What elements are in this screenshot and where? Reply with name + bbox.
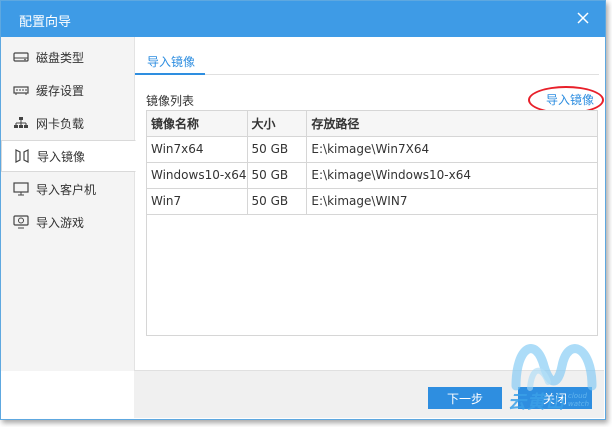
sidebar-item-label: 磁盘类型 bbox=[36, 50, 85, 65]
sidebar-item-disk-type[interactable]: 磁盘类型 bbox=[1, 41, 135, 73]
network-icon bbox=[13, 116, 29, 130]
disk-icon bbox=[13, 50, 29, 64]
sidebar-item-label: 导入镜像 bbox=[37, 149, 86, 164]
mirror-list-label: 镜像列表 bbox=[146, 94, 195, 108]
cell-path: E:\kimage\Win7X64 bbox=[306, 136, 597, 163]
next-button[interactable]: 下一步 bbox=[428, 387, 502, 409]
column-header-path[interactable]: 存放路径 bbox=[306, 111, 597, 137]
tab-active-indicator bbox=[135, 73, 205, 75]
sidebar-item-import-mirror[interactable]: 导入镜像 bbox=[1, 140, 136, 172]
window-title: 配置向导 bbox=[19, 15, 72, 30]
tab-import-mirror[interactable]: 导入镜像 bbox=[147, 53, 195, 70]
monitor-icon bbox=[13, 182, 29, 196]
import-mirror-link[interactable]: 导入镜像 bbox=[546, 91, 594, 108]
cell-size: 50 GB bbox=[247, 188, 308, 215]
watermark-text: 云黄山 bbox=[508, 392, 565, 413]
sidebar-item-import-game[interactable]: 导入游戏 bbox=[1, 206, 135, 238]
memory-icon bbox=[13, 83, 29, 97]
column-header-name[interactable]: 镜像名称 bbox=[147, 111, 248, 137]
column-header-size[interactable]: 大小 bbox=[247, 111, 308, 137]
sidebar-item-label: 缓存设置 bbox=[36, 83, 85, 98]
cell-name: Win7 bbox=[147, 188, 248, 215]
title-bar: 配置向导 bbox=[1, 1, 605, 37]
mirror-table: 镜像名称 大小 存放路径 Win7x64 50 GB E:\kimage\Win… bbox=[146, 110, 598, 336]
table-row[interactable]: Win7 50 GB E:\kimage\WIN7 bbox=[147, 188, 597, 215]
cell-name: Win7x64 bbox=[147, 136, 248, 163]
sidebar-item-import-client[interactable]: 导入客户机 bbox=[1, 173, 135, 205]
sidebar-item-label: 导入客户机 bbox=[36, 182, 97, 197]
sidebar-item-label: 导入游戏 bbox=[36, 215, 85, 230]
cell-size: 50 GB bbox=[247, 136, 308, 163]
sidebar-item-label: 网卡负载 bbox=[36, 116, 85, 131]
close-icon[interactable] bbox=[575, 10, 591, 26]
cell-name: Windows10-x64 bbox=[147, 162, 248, 189]
cell-size: 50 GB bbox=[247, 162, 308, 189]
game-icon bbox=[13, 215, 29, 229]
tab-bar: 导入镜像 bbox=[135, 37, 605, 77]
table-row[interactable]: Win7x64 50 GB E:\kimage\Win7X64 bbox=[147, 136, 597, 163]
sidebar-item-nic-load[interactable]: 网卡负载 bbox=[1, 107, 135, 139]
sidebar: 磁盘类型 缓存设置 网卡负载 导入镜像 导入客户机 导入游戏 bbox=[1, 37, 136, 371]
cell-path: E:\kimage\WIN7 bbox=[306, 188, 597, 215]
sidebar-item-cache-settings[interactable]: 缓存设置 bbox=[1, 74, 135, 106]
table-header-row: 镜像名称 大小 存放路径 bbox=[147, 111, 597, 137]
watermark-subtext: cloud watch bbox=[568, 392, 590, 408]
mirror-icon bbox=[14, 149, 30, 163]
table-row[interactable]: Windows10-x64 50 GB E:\kimage\Windows10-… bbox=[147, 162, 597, 189]
cell-path: E:\kimage\Windows10-x64 bbox=[306, 162, 597, 189]
